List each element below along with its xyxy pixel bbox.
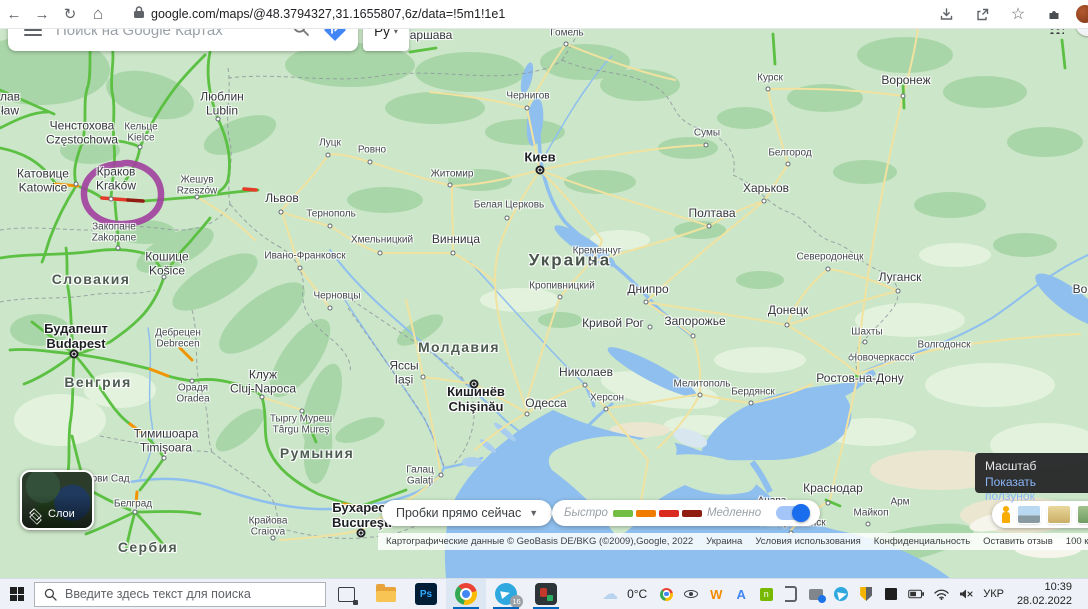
- legend-slow-label: Медленно: [707, 507, 761, 519]
- tooltip-title: Масштаб: [985, 459, 1084, 473]
- attribution-terms-link[interactable]: Условия использования: [755, 536, 860, 547]
- game-app-button[interactable]: [526, 579, 566, 609]
- extensions-puzzle-icon[interactable]: [1040, 3, 1068, 25]
- bookmark-star-icon[interactable]: ☆: [1004, 3, 1032, 25]
- profile-avatar[interactable]: [1076, 5, 1088, 23]
- a-app-tray-icon[interactable]: A: [733, 586, 749, 602]
- legend-fast-label: Быстро: [564, 507, 608, 519]
- w-app-tray-icon[interactable]: W: [708, 586, 724, 602]
- browser-toolbar: ← → ↻ ⌂ google.com/maps/@48.3794327,31.1…: [0, 0, 1088, 29]
- traffic-dropdown-label: Пробки прямо сейчас: [396, 506, 521, 520]
- layers-label: Слои: [48, 508, 75, 520]
- attribution-region-link[interactable]: Украина: [706, 536, 742, 547]
- chevron-down-icon: ▼: [529, 508, 538, 518]
- imagery-thumbnail[interactable]: [1048, 506, 1070, 523]
- taskbar-search-input[interactable]: Введите здесь текст для поиска: [34, 582, 326, 607]
- chrome-button[interactable]: [446, 579, 486, 609]
- wifi-icon[interactable]: [933, 586, 949, 602]
- taskbar-search-placeholder: Введите здесь текст для поиска: [65, 587, 251, 601]
- imagery-thumbnail[interactable]: [1018, 506, 1040, 523]
- windows-taskbar: Введите здесь текст для поиска Ps 16 ☁ 0…: [0, 578, 1088, 609]
- url-text: google.com/maps/@48.3794327,31.1655807,6…: [151, 7, 505, 21]
- telegram-button[interactable]: 16: [486, 579, 526, 609]
- system-tray: ☁ 0°C W A n УКР 10:39 28.02.2: [602, 580, 1088, 609]
- photoshop-icon: Ps: [415, 583, 437, 605]
- clock-time: 10:39: [1017, 580, 1072, 594]
- pegman-bar: [992, 501, 1088, 528]
- task-view-icon: [338, 587, 355, 602]
- map-canvas[interactable]: ВаршаваГомельЛюблинLublinлавławЧенстохов…: [0, 28, 1088, 578]
- search-icon: [44, 588, 57, 601]
- attribution-feedback-link[interactable]: Оставить отзыв: [983, 536, 1053, 547]
- forward-icon[interactable]: →: [28, 3, 56, 25]
- scale-label: 100 км: [1066, 536, 1088, 547]
- folder-icon: [376, 587, 396, 602]
- map-attribution: Картографические данные © GeoBasis DE/BK…: [378, 533, 1088, 550]
- layers-button[interactable]: Слои: [20, 470, 94, 530]
- start-button[interactable]: [0, 579, 34, 609]
- lock-icon: [134, 5, 144, 23]
- tooltip-show-slider-link[interactable]: Показать ползунок: [985, 475, 1084, 503]
- camera-tray-icon[interactable]: [808, 586, 824, 602]
- traffic-color-scale: [613, 510, 702, 517]
- traffic-swatch: [659, 510, 679, 517]
- traffic-toggle[interactable]: [776, 506, 808, 520]
- clock-date: 28.02.2022: [1017, 594, 1072, 608]
- layers-icon: [29, 509, 41, 521]
- map-graphics: [0, 28, 1088, 578]
- weather-cloud-icon[interactable]: ☁: [602, 586, 618, 602]
- share-icon[interactable]: [968, 3, 996, 25]
- game-app-icon: [535, 583, 557, 605]
- traffic-swatch: [613, 510, 633, 517]
- weather-temp[interactable]: 0°C: [627, 587, 647, 601]
- nvidia-tray-icon[interactable]: n: [758, 586, 774, 602]
- photoshop-button[interactable]: Ps: [406, 579, 446, 609]
- imagery-thumbnail[interactable]: [1078, 506, 1088, 523]
- pegman-icon[interactable]: [1001, 506, 1010, 523]
- window-tray-icon[interactable]: [883, 586, 899, 602]
- screen: ← → ↻ ⌂ google.com/maps/@48.3794327,31.1…: [0, 0, 1088, 609]
- traffic-swatch: [682, 510, 702, 517]
- reload-icon[interactable]: ↻: [56, 3, 84, 25]
- download-icon[interactable]: [932, 3, 960, 25]
- traffic-legend: Быстро Медленно: [552, 500, 820, 526]
- traffic-dropdown[interactable]: Пробки прямо сейчас ▼: [382, 500, 552, 526]
- chrome-tray-icon[interactable]: [658, 586, 674, 602]
- file-explorer-button[interactable]: [366, 579, 406, 609]
- telegram-tray-icon[interactable]: [833, 586, 849, 602]
- battery-icon[interactable]: [908, 586, 924, 602]
- eye-tray-icon[interactable]: [683, 586, 699, 602]
- attribution-privacy-link[interactable]: Конфиденциальность: [874, 536, 970, 547]
- scale-tooltip: Масштаб Показать ползунок: [975, 453, 1088, 493]
- chrome-icon: [455, 583, 477, 605]
- traffic-swatch: [636, 510, 656, 517]
- input-language-indicator[interactable]: УКР: [983, 588, 1004, 600]
- task-view-button[interactable]: [326, 579, 366, 609]
- windows-logo-icon: [10, 587, 24, 601]
- home-icon[interactable]: ⌂: [84, 3, 112, 25]
- address-bar[interactable]: google.com/maps/@48.3794327,31.1655807,6…: [134, 5, 932, 23]
- defender-shield-icon[interactable]: [858, 586, 874, 602]
- volume-muted-icon[interactable]: [958, 586, 974, 602]
- clock[interactable]: 10:39 28.02.2022: [1017, 580, 1072, 609]
- attribution-data: Картографические данные © GeoBasis DE/BK…: [386, 536, 693, 547]
- back-icon[interactable]: ←: [0, 3, 28, 25]
- telegram-badge: 16: [510, 595, 523, 608]
- clamp-tray-icon[interactable]: [783, 586, 799, 602]
